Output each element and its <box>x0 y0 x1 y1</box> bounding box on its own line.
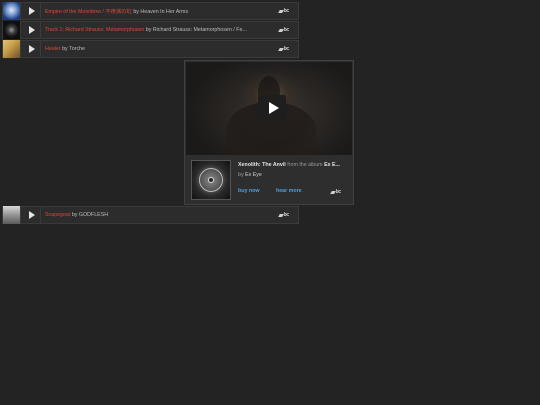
track-line: Healer by Torche <box>45 46 259 52</box>
video-preview[interactable] <box>186 62 352 155</box>
by-label: by <box>133 9 139 15</box>
play-icon <box>268 102 279 114</box>
track-line: Scapegoat by GODFLESH <box>45 212 259 218</box>
bandcamp-mark-icon <box>277 47 284 51</box>
play-icon <box>28 26 35 34</box>
play-button[interactable] <box>21 41 41 57</box>
artist-link[interactable]: GODFLESH <box>79 212 108 218</box>
bandcamp-logo-icon[interactable]: bc <box>277 8 289 14</box>
play-icon <box>28 45 35 53</box>
by-label: by <box>71 212 78 218</box>
bandcamp-logo-icon[interactable]: bc <box>329 189 341 195</box>
bandcamp-mark-icon <box>277 28 284 32</box>
track-line: Track 1: Richard Strauss: Metamorphosen … <box>45 27 259 33</box>
play-icon <box>28 7 35 15</box>
bandcamp-logo-icon[interactable]: bc <box>277 212 289 218</box>
by-label: by <box>62 46 68 52</box>
player-healer: Healer by Torche bc <box>2 40 299 58</box>
track-name-link[interactable]: Xenolith: The Anvil <box>238 162 286 168</box>
artist-link[interactable]: Richard Strauss: Metamorphosen / Fe... <box>153 27 247 33</box>
bandcamp-logo-icon[interactable]: bc <box>277 27 289 33</box>
album-thumbnail[interactable] <box>3 21 21 39</box>
buy-now-link[interactable]: buy now <box>238 188 259 194</box>
artist-line: by Ex Eye <box>238 172 262 178</box>
play-icon <box>28 211 35 219</box>
artist-link[interactable]: Heaven In Her Arms <box>140 9 188 15</box>
track-title-link[interactable]: Scapegoat <box>45 212 70 218</box>
album-thumbnail[interactable] <box>3 206 21 224</box>
bandcamp-mark-icon <box>277 213 284 217</box>
play-button[interactable] <box>21 3 41 19</box>
track-title-link[interactable]: Healer <box>45 46 61 52</box>
large-embedded-player: Xenolith: The Anvil from the album Ex E.… <box>184 60 354 205</box>
album-art[interactable] <box>191 160 231 200</box>
artist-link[interactable]: Torche <box>69 46 85 52</box>
player-empire-of-the-moonbow: Empire of the Moonbow / 不夜城の虹 by Heaven … <box>2 2 299 20</box>
bandcamp-mark-icon <box>329 190 336 194</box>
video-play-button[interactable] <box>258 95 286 121</box>
play-button[interactable] <box>21 207 41 223</box>
bandcamp-mark-icon <box>277 9 284 13</box>
embedded-players-page: Empire of the Moonbow / 不夜城の虹 by Heaven … <box>0 0 540 405</box>
track-title-link[interactable]: Empire of the Moonbow / 不夜城の虹 <box>45 9 132 15</box>
bandcamp-logo-icon[interactable]: bc <box>277 46 289 52</box>
track-info-panel: Xenolith: The Anvil from the album Ex E.… <box>186 156 352 203</box>
artist-link[interactable]: Ex Eye <box>245 172 262 178</box>
by-label: by <box>238 172 244 178</box>
play-button[interactable] <box>21 22 41 38</box>
from-album-label: from the album <box>287 162 323 168</box>
album-thumbnail[interactable] <box>3 2 21 20</box>
album-art-center <box>208 177 214 183</box>
track-title-link[interactable]: Track 1: Richard Strauss: Metamorphosen <box>45 27 144 33</box>
player-scapegoat: Scapegoat by GODFLESH bc <box>2 206 299 224</box>
track-album-line: Xenolith: The Anvil from the album Ex E.… <box>238 162 352 168</box>
hear-more-link[interactable]: hear more <box>276 188 302 194</box>
album-thumbnail[interactable] <box>3 40 21 58</box>
album-name-link[interactable]: Ex E... <box>324 162 340 168</box>
track-line: Empire of the Moonbow / 不夜城の虹 by Heaven … <box>45 7 259 15</box>
player-metamorphosen: Track 1: Richard Strauss: Metamorphosen … <box>2 21 299 39</box>
by-label: by <box>145 27 152 33</box>
